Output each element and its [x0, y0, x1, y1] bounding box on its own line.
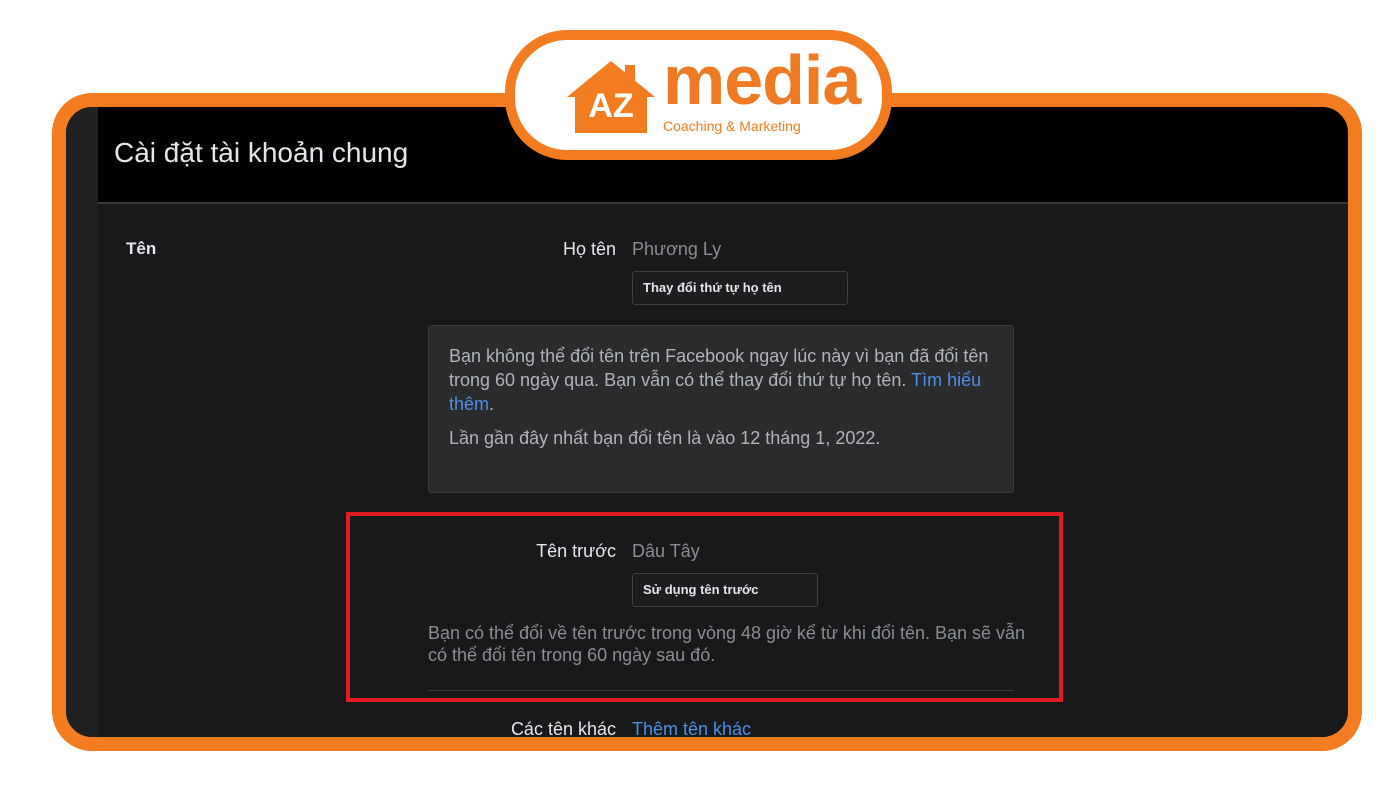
name-change-notice: Bạn không thể đổi tên trên Facebook ngay…	[428, 325, 1014, 493]
notice-text: Bạn không thể đổi tên trên Facebook ngay…	[449, 346, 989, 390]
page-title: Cài đặt tài khoản chung	[114, 137, 409, 168]
logo-mark-letters: AZ	[588, 87, 633, 125]
last-change-text: Lần gần đây nhất bạn đổi tên là vào 12 t…	[449, 428, 881, 448]
full-name-label: Họ tên	[562, 239, 616, 259]
house-logo-icon: AZ	[563, 57, 659, 142]
screenshot-frame: Cài đặt tài khoản chung Tên Họ tên Phươn…	[52, 93, 1362, 751]
full-name-value: Phương Ly	[632, 239, 722, 259]
other-names-label: Các tên khác	[510, 719, 616, 739]
add-other-name-link[interactable]: Thêm tên khác	[632, 719, 751, 737]
highlight-box	[346, 512, 1063, 702]
brand-logo: AZ media Coaching & Marketing	[505, 30, 892, 160]
reorder-name-button[interactable]: Thay đổi thứ tự họ tên	[632, 271, 848, 305]
logo-tagline: Coaching & Marketing	[663, 118, 801, 134]
left-edge	[66, 107, 98, 737]
settings-screen: Cài đặt tài khoản chung Tên Họ tên Phươn…	[98, 107, 1348, 737]
logo-wordmark: media	[663, 41, 861, 119]
section-label-name: Tên	[126, 239, 157, 258]
